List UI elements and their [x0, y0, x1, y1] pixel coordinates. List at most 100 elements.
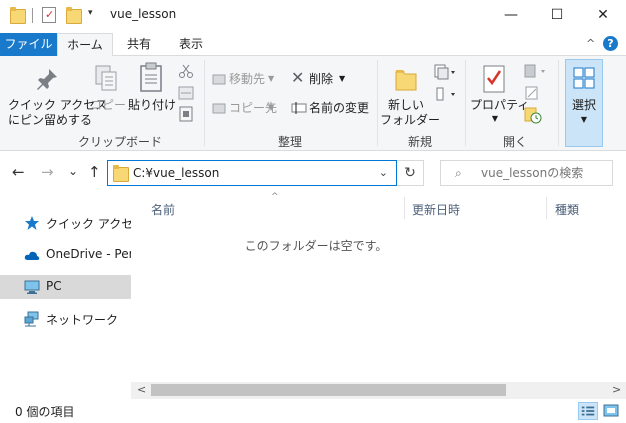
recent-locations-button[interactable]: ⌄ — [68, 164, 78, 178]
properties-dropdown-icon: ▼ — [491, 114, 499, 123]
column-separator[interactable] — [404, 197, 405, 219]
group-separator — [204, 60, 205, 146]
new-folder-label-line1: 新しい — [387, 98, 424, 112]
large-icons-view-icon[interactable] — [601, 402, 621, 420]
help-icon[interactable]: ? — [603, 36, 618, 51]
nav-item-label: OneDrive - Perso — [46, 247, 131, 261]
refresh-button[interactable]: ↻ — [397, 160, 424, 186]
move-to-dropdown-icon: ▼ — [268, 74, 275, 83]
item-count: 0 個の項目 — [15, 405, 75, 419]
ribbon-tabs: ファイル ホーム 共有 表示 ^ ? — [0, 30, 626, 57]
edit-icon[interactable] — [524, 85, 540, 101]
ribbon-collapse-icon[interactable]: ^ — [586, 37, 595, 50]
new-folder-icon — [395, 70, 417, 91]
properties-icon — [483, 65, 505, 93]
tab-file[interactable]: ファイル — [0, 33, 57, 56]
nav-item-label: ネットワーク — [46, 313, 119, 327]
scroll-left-button[interactable]: < — [137, 383, 146, 396]
column-separator[interactable] — [546, 197, 547, 219]
tab-view[interactable]: 表示 — [165, 33, 217, 56]
scroll-thumb[interactable] — [151, 384, 506, 396]
select-button[interactable]: 選択 ▼ — [565, 59, 603, 147]
folder-icon — [113, 165, 129, 182]
new-folder-label-line2: フォルダー — [380, 113, 441, 127]
paste-label: 貼り付け — [128, 98, 177, 112]
minimize-button[interactable]: — — [488, 0, 534, 30]
nav-item-label: PC — [46, 279, 62, 293]
quick-access-dropdown-icon[interactable]: ▾ — [88, 8, 93, 18]
paste-shortcut-icon[interactable] — [178, 106, 194, 122]
tab-home[interactable]: ホーム — [57, 33, 113, 57]
ribbon: クイック アクセス にピン留めする コピー 貼り付け クリップボード 移動先 ▼… — [0, 56, 626, 151]
column-header-date[interactable]: 更新日時 — [412, 201, 460, 218]
nav-item-quick-access[interactable]: クイック アクセス — [0, 211, 131, 235]
explorer-window: ✓ ▾ vue_lesson — ☐ ✕ ファイル ホーム 共有 表示 ^ ? … — [0, 0, 626, 423]
cut-icon[interactable] — [178, 63, 194, 79]
copy-path-icon[interactable] — [178, 86, 194, 100]
scroll-right-button[interactable]: > — [612, 383, 621, 396]
address-bar[interactable]: C:¥vue_lesson ⌄ — [107, 160, 397, 186]
group-separator — [377, 60, 378, 146]
title-bar: ✓ ▾ vue_lesson — ☐ ✕ — [0, 0, 626, 30]
move-to-label: 移動先 — [229, 72, 266, 86]
easy-access-icon[interactable] — [434, 86, 456, 102]
empty-folder-message: このフォルダーは空です。 — [244, 239, 388, 253]
window-title: vue_lesson — [110, 7, 177, 21]
history-icon[interactable] — [524, 106, 542, 124]
search-icon: ⌕ — [455, 166, 462, 180]
nav-item-pc[interactable]: PC — [0, 275, 131, 299]
delete-icon: ✕ — [291, 68, 305, 87]
nav-item-onedrive[interactable]: OneDrive - Perso — [0, 243, 131, 267]
organize-group-label: 整理 — [277, 135, 302, 149]
star-icon — [25, 216, 39, 230]
horizontal-scrollbar[interactable]: < > — [131, 382, 626, 399]
pin-label-line2: にピン留めする — [8, 113, 93, 127]
column-header-name[interactable]: 名前 — [151, 201, 175, 218]
pin-icon — [37, 69, 57, 90]
status-bar: 0 個の項目 — [0, 399, 626, 423]
computer-icon — [24, 280, 40, 294]
pin-label-line1: クイック アクセス — [8, 98, 108, 112]
address-dropdown-icon[interactable]: ⌄ — [379, 166, 388, 179]
forward-button[interactable]: → — [41, 163, 54, 181]
paste-icon — [140, 62, 162, 92]
select-dropdown-icon: ▼ — [580, 115, 588, 124]
column-header-type[interactable]: 種類 — [555, 201, 579, 218]
maximize-button[interactable]: ☐ — [534, 0, 580, 30]
open-icon[interactable] — [524, 63, 546, 79]
open-group-label: 開く — [502, 135, 527, 149]
clipboard-group-label: クリップボード — [77, 135, 162, 149]
file-list: ^ 名前 更新日時 種類 このフォルダーは空です。 — [131, 192, 626, 400]
copy-label: コピー — [90, 98, 127, 112]
select-icon — [573, 67, 595, 89]
details-view-icon[interactable] — [578, 402, 598, 420]
copy-to-dropdown-icon: ▼ — [268, 103, 275, 112]
new-group-label: 新規 — [407, 135, 432, 149]
folder-icon — [10, 7, 26, 24]
delete-dropdown-icon: ▼ — [339, 74, 346, 83]
new-item-icon[interactable] — [434, 64, 456, 80]
network-icon — [24, 311, 39, 327]
up-button[interactable]: ↑ — [88, 163, 101, 181]
select-label: 選択 — [571, 98, 596, 112]
properties-quick-icon[interactable]: ✓ — [42, 7, 56, 23]
delete-label: 削除 — [309, 72, 334, 86]
back-button[interactable]: ← — [12, 163, 25, 181]
nav-item-label: クイック アクセス — [46, 217, 131, 231]
close-button[interactable]: ✕ — [580, 0, 626, 30]
rename-icon — [291, 102, 307, 114]
sort-indicator-icon: ^ — [271, 192, 279, 202]
title-separator — [32, 8, 33, 23]
navigation-bar: ← → ⌄ ↑ C:¥vue_lesson ⌄ ↻ ⌕ — [0, 151, 626, 195]
group-separator — [558, 60, 559, 146]
rename-label: 名前の変更 — [309, 101, 370, 115]
move-to-icon — [212, 74, 226, 85]
tab-share[interactable]: 共有 — [113, 33, 165, 56]
search-input[interactable] — [440, 160, 613, 186]
new-folder-quick-icon[interactable] — [66, 7, 82, 24]
navigation-pane: クイック アクセス OneDrive - Perso PC ネットワーク — [0, 195, 131, 395]
copy-icon — [95, 65, 117, 91]
group-separator — [465, 60, 466, 146]
nav-item-network[interactable]: ネットワーク — [0, 307, 131, 331]
copy-to-icon — [212, 103, 226, 114]
